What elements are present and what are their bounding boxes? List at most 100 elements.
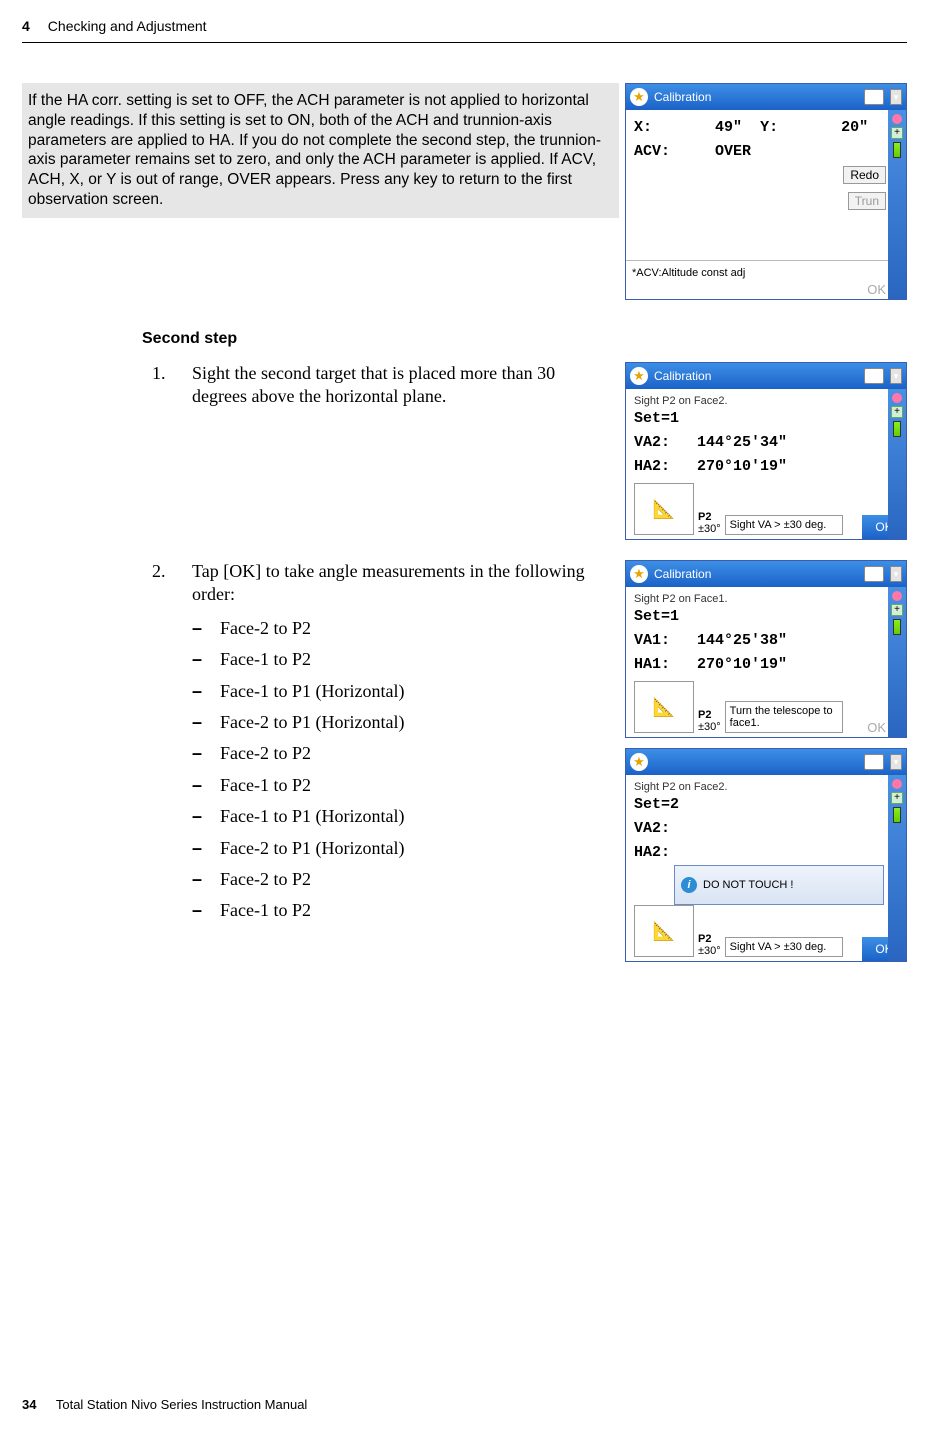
set-value: Set=1 [634,605,898,629]
plus-icon[interactable]: + [891,792,903,804]
side-strip: + [888,587,906,737]
battery-icon [893,619,901,635]
list-item: Face-1 to P2 [220,648,311,671]
window-title: Calibration [654,369,711,383]
list-item: Face-2 to P2 [220,742,311,765]
star-icon: ★ [630,88,648,106]
list-item: Face-1 to P2 [220,774,311,797]
prompt: Sight P2 on Face1. [634,593,898,605]
p2-label: P2 [698,933,711,945]
page-footer: 34 Total Station Nivo Series Instruction… [22,1397,307,1412]
step-2-row: 2. Tap [OK] to take angle measurements i… [152,560,907,962]
record-icon[interactable] [892,114,902,124]
list-item: Face-1 to P1 (Horizontal) [220,805,404,828]
step-1-row: 1. Sight the second target that is place… [152,362,907,540]
list-item: Face-2 to P2 [220,617,311,640]
screenshot-calibration-over: ★ Calibration ▾ X: 49" Y: 20" ACV: OVER … [625,83,907,300]
side-strip: + [888,389,906,539]
battery-icon [893,142,901,158]
ha-label: HA2: [634,458,670,475]
list-item: Face-2 to P1 (Horizontal) [220,837,404,860]
ha-value: 270°10'19" [697,656,787,673]
va-label: VA1: [634,632,670,649]
note-row: If the HA corr. setting is set to OFF, t… [22,83,907,300]
angle-label: ±30° [698,945,721,957]
list-item: Face-1 to P2 [220,899,311,922]
window-title: Calibration [654,567,711,581]
bullet: – [192,899,202,922]
page-number: 34 [22,1397,36,1412]
keyboard-icon[interactable] [864,754,884,770]
tilt-diagram: 📐 [634,483,694,535]
va-value: 144°25'34" [697,434,787,451]
prompt: Sight P2 on Face2. [634,395,898,407]
hint-box: Sight VA > ±30 deg. [725,515,843,535]
plus-icon[interactable]: + [891,604,903,616]
star-icon: ★ [630,753,648,771]
set-value: Set=2 [634,793,898,817]
step-1-text: Sight the second target that is placed m… [192,362,611,540]
battery-icon [893,421,901,437]
p2-label: P2 [698,511,711,523]
y-value: 20" [841,119,868,136]
step-2-text: Tap [OK] to take angle measurements in t… [192,560,611,607]
record-icon[interactable] [892,393,902,403]
list-item: Face-1 to P1 (Horizontal) [220,680,404,703]
info-icon: i [681,877,697,893]
ok-button[interactable]: OK [867,720,886,735]
bullet: – [192,711,202,734]
bullet: – [192,680,202,703]
screenshot-do-not-touch: ★ ▾ Sight P2 on Face2. Set=2 VA2: HA2: i… [625,748,907,962]
keyboard-icon[interactable] [864,368,884,384]
keyboard-icon[interactable] [864,566,884,582]
trun-button[interactable]: Trun [848,192,886,210]
note-box: If the HA corr. setting is set to OFF, t… [22,83,619,218]
bullet: – [192,742,202,765]
chapter-number: 4 [22,18,30,34]
angle-label: ±30° [698,523,721,535]
hint-box: Turn the telescope to face1. [725,701,843,733]
star-icon: ★ [630,565,648,583]
record-icon[interactable] [892,779,902,789]
tilt-diagram: 📐 [634,905,694,957]
va-label: VA2: [634,434,670,451]
star-icon: ★ [630,367,648,385]
dropdown-icon[interactable]: ▾ [890,754,902,770]
bullet: – [192,774,202,797]
plus-icon[interactable]: + [891,127,903,139]
side-strip: + [888,775,906,961]
bullet: – [192,648,202,671]
va-label: VA2: [634,817,898,841]
list-item: Face-2 to P2 [220,868,311,891]
y-label: Y: [760,119,778,136]
battery-icon [893,807,901,823]
bullet: – [192,837,202,860]
chapter-title: Checking and Adjustment [48,18,207,34]
record-icon[interactable] [892,591,902,601]
step-1-number: 1. [152,362,174,540]
side-strip: + [888,110,906,299]
message-window: i DO NOT TOUCH ! [674,865,884,905]
screenshot-face2-set1: ★ Calibration ▾ Sight P2 on Face2. Set=1… [625,362,907,540]
screenshot-face1-set1: ★ Calibration ▾ Sight P2 on Face1. Set=1… [625,560,907,738]
angle-label: ±30° [698,721,721,733]
p2-label: P2 [698,709,711,721]
x-label: X: [634,119,652,136]
plus-icon[interactable]: + [891,406,903,418]
list-item: Face-2 to P1 (Horizontal) [220,711,404,734]
ok-button[interactable]: OK [867,282,886,297]
set-value: Set=1 [634,407,898,431]
bullet: – [192,868,202,891]
ha-label: HA1: [634,656,670,673]
window-title: Calibration [654,90,711,104]
redo-button[interactable]: Redo [843,166,886,184]
dropdown-icon[interactable]: ▾ [890,566,902,582]
footnote: *ACV:Altitude const adj [626,260,906,299]
dropdown-icon[interactable]: ▾ [890,89,902,105]
step-2-number: 2. [152,560,174,962]
keyboard-icon[interactable] [864,89,884,105]
acv-label: ACV: [634,143,670,160]
ha-label: HA2: [634,841,898,865]
tilt-diagram: 📐 [634,681,694,733]
dropdown-icon[interactable]: ▾ [890,368,902,384]
